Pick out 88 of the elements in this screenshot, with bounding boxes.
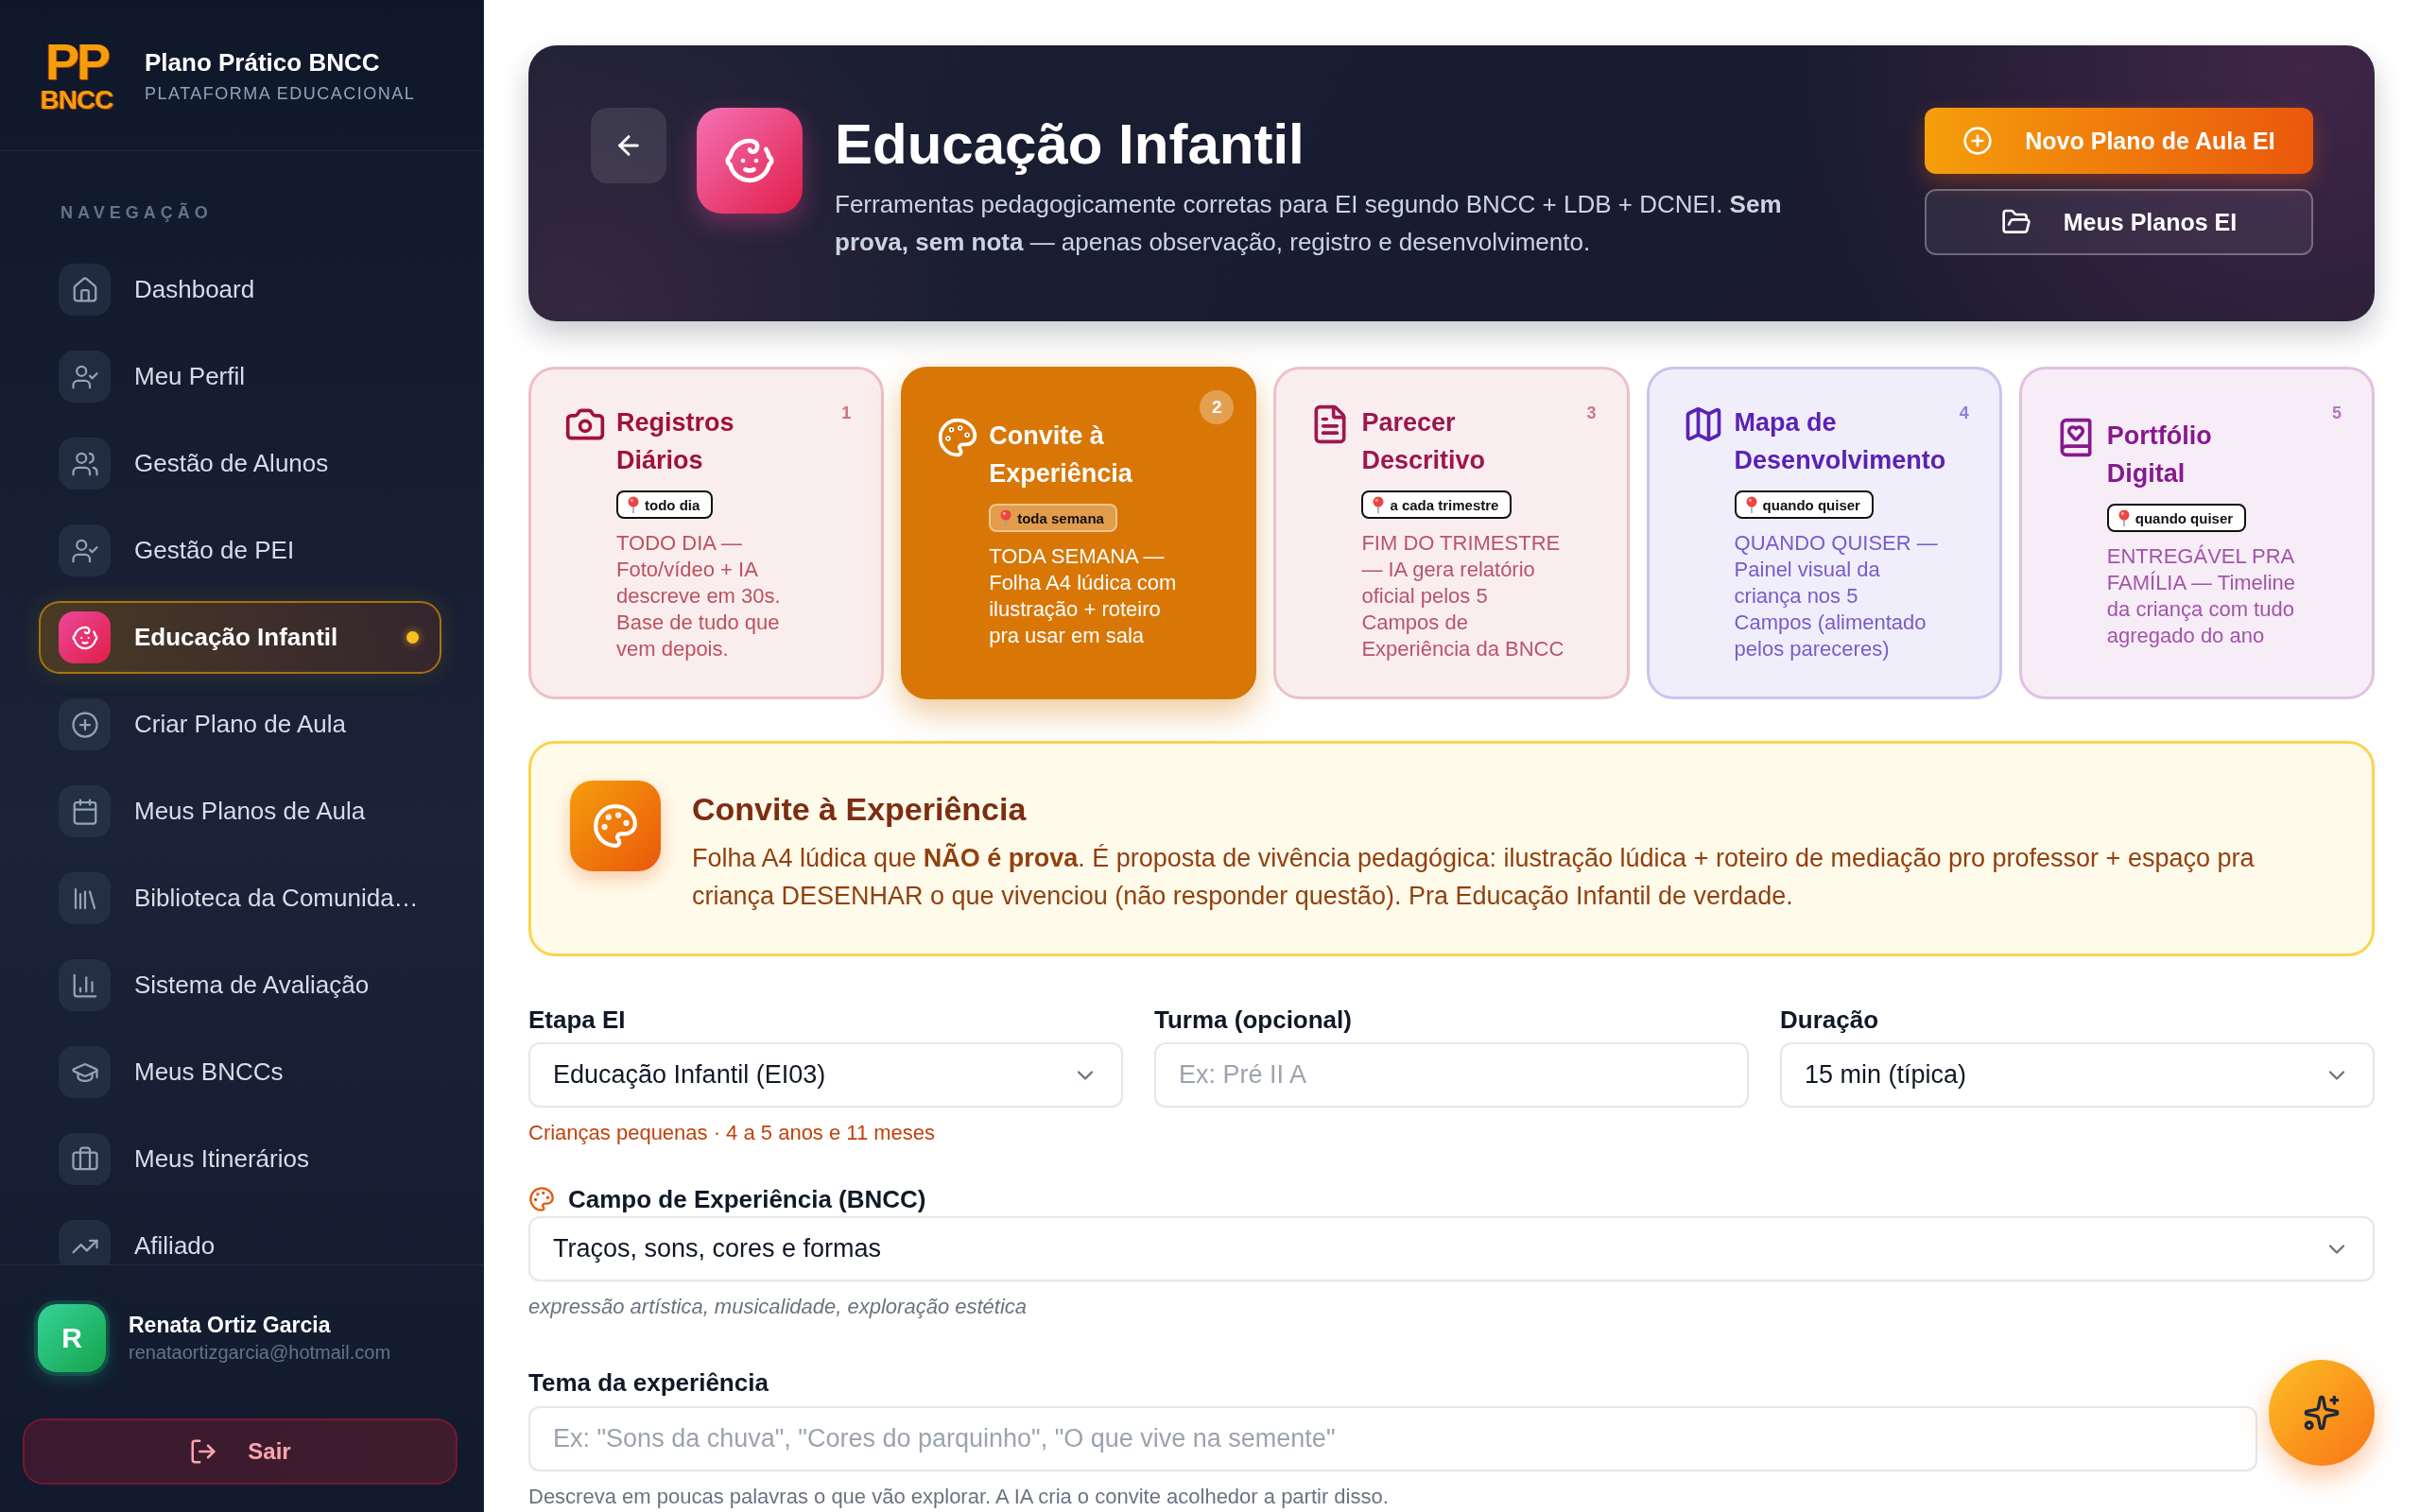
- nav-item[interactable]: Meu Perfil: [39, 340, 441, 413]
- nav-section-heading: NAVEGAÇÃO: [60, 202, 213, 223]
- user-check-icon: [59, 351, 111, 403]
- card-description: QUANDO QUISER — Painel visual da criança nos 5 Campos (alimentado pelos pareceres): [1734, 530, 1939, 662]
- graduation-cap-icon: [59, 1046, 111, 1098]
- frequency-label: toda semana: [1017, 509, 1104, 526]
- nav-item[interactable]: Criar Plano de Aula: [39, 688, 441, 761]
- card-title: Convite à Experiência: [989, 421, 1132, 490]
- user-avatar: R: [38, 1304, 106, 1372]
- brand-title: Plano Prático BNCC: [145, 46, 381, 77]
- nav-item[interactable]: Gestão de Alunos: [39, 427, 441, 500]
- step-number: 1: [841, 404, 852, 423]
- tool-card[interactable]: Parecer Descritivo a cada trimestre FIM DO TRIMESTRE — IA gera relatório oficial pelos 5 Campos de Experiência da BNCC 3: [1273, 367, 1630, 699]
- bar-chart-icon: [59, 959, 111, 1011]
- tool-card[interactable]: Mapa de Desenvolvimento quando quiser QUANDO QUISER — Painel visual da criança nos 5 Campos (alimentado pelos pareceres) 4: [1646, 367, 2002, 699]
- nav-item[interactable]: Gestão de PEI: [39, 514, 441, 587]
- field-hint: expressão artística, musicalidade, exploração estética: [528, 1295, 1028, 1319]
- user-check-icon: [59, 524, 111, 576]
- tool-card[interactable]: Registros Diários todo dia TODO DIA — Foto/vídeo + IA descreve em 30s. Base de tudo que vem depois. 1: [528, 367, 885, 699]
- field-label: Duração: [1780, 1005, 1879, 1035]
- card-description: ENTREGÁVEL PRA FAMÍLIA — Timeline da criança com tudo agregado do ano: [2106, 543, 2297, 649]
- user-name: Renata Ortiz Garcia: [129, 1312, 332, 1338]
- palette-icon: [937, 417, 979, 458]
- info-text: Folha A4 lúdica que NÃO é prova. É proposta de vivência pedagógica: ilustração lúdica + roteiro de mediação pro professor + espaço pra criança DESENHAR o que vivenciou (não responder questão). Pra Educação Infantil de verdade.: [692, 842, 2256, 912]
- briefcase-icon: [59, 1133, 111, 1185]
- field-label: Tema da experiência: [528, 1367, 769, 1398]
- nav-item[interactable]: Dashboard: [39, 253, 441, 326]
- calendar-icon: [59, 785, 111, 837]
- field-hint: Descreva em poucas palavras o que vão explorar. A IA cria o convite acolhedor a partir disso.: [528, 1485, 1389, 1509]
- card-description: TODA SEMANA — Folha A4 lúdica com ilustração + roteiro pra usar em sala: [989, 543, 1178, 649]
- pin-icon: [2118, 509, 2130, 526]
- home-icon: [59, 264, 111, 316]
- palette-icon: [570, 781, 661, 871]
- step-number: 2: [1200, 390, 1235, 424]
- card-description: FIM DO TRIMESTRE — IA gera relatório oficial pelos 5 Campos de Experiência da BNCC: [1361, 530, 1565, 662]
- page-title: Educação Infantil: [835, 112, 1305, 178]
- frequency-label: quando quiser: [2135, 509, 2234, 526]
- brand-logo: PP BNCC: [39, 36, 114, 114]
- field-label: Turma (opcional): [1154, 1005, 1352, 1035]
- pin-icon: [1745, 496, 1757, 513]
- baby-face-icon: [697, 108, 803, 214]
- floating-sparkle-button[interactable]: [2269, 1360, 2375, 1466]
- pin-icon: [628, 496, 639, 513]
- user-email: renataortizgarcia@hotmail.com: [129, 1341, 391, 1365]
- info-title: Convite à Experiência: [692, 790, 1028, 829]
- step-number: 4: [1959, 404, 1969, 423]
- sparkles-icon: [2303, 1394, 2341, 1432]
- logout-button[interactable]: Sair: [23, 1418, 458, 1485]
- back-button[interactable]: [591, 108, 666, 183]
- nav-item[interactable]: Sistema de Avaliação: [39, 949, 441, 1022]
- card-title: Registros Diários: [616, 407, 735, 476]
- nav-item[interactable]: Meus Planos de Aula: [39, 775, 441, 848]
- nav-item[interactable]: Meus BNCCs: [39, 1036, 441, 1108]
- nav-item[interactable]: Meus Itinerários: [39, 1123, 441, 1195]
- text-field[interactable]: Ex: "Sons da chuva", "Cores do parquinho", "O que vive na semente": [528, 1406, 2257, 1471]
- step-number: 3: [1586, 404, 1597, 423]
- trend-up-icon: [59, 1220, 111, 1264]
- palette-icon: [528, 1186, 555, 1212]
- my-plans-button[interactable]: Meus Planos EI: [1925, 189, 2313, 255]
- users-icon: [59, 438, 111, 490]
- nav-item[interactable]: Biblioteca da Comunida…: [39, 862, 441, 935]
- card-description: TODO DIA — Foto/vídeo + IA descreve em 30s. Base de tudo que vem depois.: [616, 530, 782, 662]
- tool-card[interactable]: Portfólio Digital quando quiser ENTREGÁVEL PRA FAMÍLIA — Timeline da criança com tudo agregado do ano 5: [2018, 367, 2375, 699]
- pin-icon: [1000, 509, 1012, 526]
- frequency-label: quando quiser: [1762, 496, 1860, 513]
- library-icon: [59, 872, 111, 924]
- plus-circle-icon: [1962, 126, 1994, 156]
- field-label: Campo de Experiência (BNCC): [568, 1184, 926, 1214]
- step-number: 5: [2332, 404, 2342, 423]
- field-label: Etapa EI: [528, 1005, 626, 1035]
- pin-icon: [1373, 496, 1385, 513]
- baby-face-icon: [59, 611, 111, 663]
- nav-item[interactable]: Educação Infantil: [39, 601, 441, 674]
- card-title: Mapa de Desenvolvimento: [1734, 407, 1946, 476]
- tool-card[interactable]: Convite à Experiência toda semana TODA SEMANA — Folha A4 lúdica com ilustração + roteiro pra usar em sala 2: [901, 367, 1257, 699]
- text-field[interactable]: Ex: Pré II A: [1154, 1042, 1749, 1108]
- dropdown-field[interactable]: 15 min (típica): [1780, 1042, 2375, 1108]
- frequency-label: todo dia: [645, 496, 700, 513]
- dropdown-field[interactable]: Educação Infantil (EI03): [528, 1042, 1123, 1108]
- frequency-label: a cada trimestre: [1390, 496, 1499, 513]
- dropdown-field[interactable]: Traços, sons, cores e formas: [528, 1216, 2375, 1281]
- card-title: Parecer Descritivo: [1361, 407, 1485, 476]
- active-dot-icon: [406, 631, 419, 644]
- field-hint: Crianças pequenas · 4 a 5 anos e 11 meses: [528, 1121, 936, 1145]
- page-subtitle: Ferramentas pedagogicamente corretas para EI segundo BNCC + LDB + DCNEI. Sem prova, sem nota — apenas observação, registro e desenvolvimento.: [835, 189, 1783, 258]
- brand-subtitle: PLATAFORMA EDUCACIONAL: [145, 82, 416, 104]
- card-title: Portfólio Digital: [2106, 421, 2212, 490]
- nav-item[interactable]: Afiliado: [39, 1210, 441, 1264]
